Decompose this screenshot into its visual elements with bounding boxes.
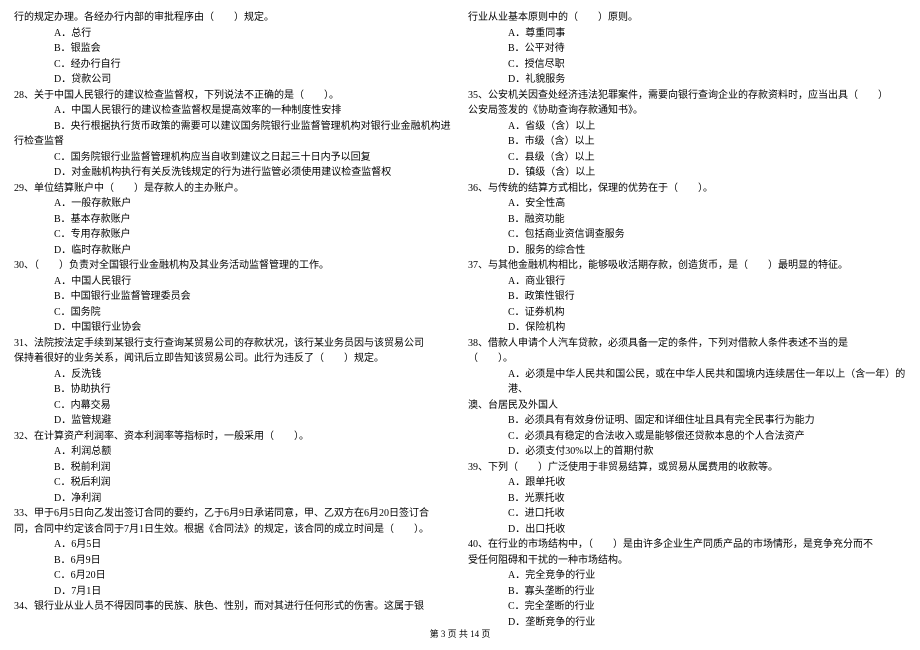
q29-opt-a: A．一般存款账户 <box>14 196 452 212</box>
q36-opt-a: A．安全性高 <box>468 196 906 212</box>
q31-opt-a: A．反洗钱 <box>14 367 452 383</box>
q33-opt-b: B．6月9日 <box>14 553 452 569</box>
q38-opt-a-l1: A．必须是中华人民共和国公民，或在中华人民共和国境内连续居住一年以上（含一年）的… <box>468 367 906 398</box>
q36-opt-b: B．融资功能 <box>468 212 906 228</box>
q36-opt-c: C．包括商业资信调查服务 <box>468 227 906 243</box>
q30-stem: 30、（ ）负责对全国银行业金融机构及其业务活动监督管理的工作。 <box>14 258 452 274</box>
q37-opt-b: B．政策性银行 <box>468 289 906 305</box>
q32-opt-a: A．利润总额 <box>14 444 452 460</box>
q28-opt-b-cont: 行检查监督 <box>14 134 452 150</box>
page-footer: 第 3 页 共 14 页 <box>0 628 920 642</box>
q32-stem: 32、在计算资产利润率、资本利润率等指标时，一般采用（ ）。 <box>14 429 452 445</box>
q32-opt-c: C．税后利润 <box>14 475 452 491</box>
q35-stem-l2: 公安局签发的《协助查询存款通知书》。 <box>468 103 906 119</box>
q30-opt-c: C．国务院 <box>14 305 452 321</box>
q40-stem-l1: 40、在行业的市场结构中，（ ）是由许多企业生产同质产品的市场情形，是竞争充分而… <box>468 537 906 553</box>
q33-opt-c: C．6月20日 <box>14 568 452 584</box>
q28-opt-d: D．对金融机构执行有关反洗钱规定的行为进行监管必须使用建议检查监督权 <box>14 165 452 181</box>
q28-opt-a: A．中国人民银行的建议检查监督权是提高效率的一种制度性安排 <box>14 103 452 119</box>
q32-opt-b: B．税前利润 <box>14 460 452 476</box>
q38-stem-l2: （ ）。 <box>468 351 906 367</box>
q28-stem: 28、关于中国人民银行的建议检查监督权，下列说法不正确的是（ ）。 <box>14 88 452 104</box>
q30-opt-d: D．中国银行业协会 <box>14 320 452 336</box>
q38-opt-d: D．必须支付30%以上的首期付款 <box>468 444 906 460</box>
q34-stem: 34、银行业从业人员不得因同事的民族、肤色、性别，而对其进行任何形式的伤害。这属… <box>14 599 452 615</box>
q39-stem: 39、下列（ ）广泛使用于非贸易结算，或贸易从属费用的收款等。 <box>468 460 906 476</box>
q31-stem-l1: 31、法院按法定手续到某银行支行查询某贸易公司的存款状况，该行某业务员因与该贸易… <box>14 336 452 352</box>
q29-stem: 29、单位结算账户中（ ）是存款人的主办账户。 <box>14 181 452 197</box>
q34-opt-d: D．礼貌服务 <box>468 72 906 88</box>
q27-opt-d: D．贷款公司 <box>14 72 452 88</box>
q33-opt-d: D．7月1日 <box>14 584 452 600</box>
q38-opt-c: C．必须具有稳定的合法收入或是能够偿还贷款本息的个人合法资产 <box>468 429 906 445</box>
q31-opt-b: B．协助执行 <box>14 382 452 398</box>
q33-stem-l1: 33、甲于6月5日向乙发出签订合同的要约，乙于6月9日承诺同意，甲、乙双方在6月… <box>14 506 452 522</box>
q30-opt-a: A．中国人民银行 <box>14 274 452 290</box>
q34-cont: 行业从业基本原则中的（ ）原则。 <box>468 10 906 26</box>
q39-opt-c: C．进口托收 <box>468 506 906 522</box>
q39-opt-a: A．跟单托收 <box>468 475 906 491</box>
q37-stem: 37、与其他金融机构相比，能够吸收活期存款，创造货币，是（ ）最明显的特征。 <box>468 258 906 274</box>
q36-opt-d: D．服务的综合性 <box>468 243 906 259</box>
q34-opt-a: A．尊重同事 <box>468 26 906 42</box>
q27-opt-c: C．经办行自行 <box>14 57 452 73</box>
q38-opt-a-l2: 澳、台居民及外国人 <box>468 398 906 414</box>
q39-opt-b: B．光票托收 <box>468 491 906 507</box>
q39-opt-d: D．出口托收 <box>468 522 906 538</box>
q32-opt-d: D．净利润 <box>14 491 452 507</box>
q31-stem-l2: 保持着很好的业务关系，闻讯后立即告知该贸易公司。此行为违反了（ ）规定。 <box>14 351 452 367</box>
q37-opt-c: C．证券机构 <box>468 305 906 321</box>
q35-stem-l1: 35、公安机关因查处经济违法犯罪案件，需要向银行查询企业的存款资料时，应当出具（… <box>468 88 906 104</box>
q40-opt-a: A．完全竞争的行业 <box>468 568 906 584</box>
q37-opt-a: A．商业银行 <box>468 274 906 290</box>
right-column: 行业从业基本原则中的（ ）原则。 A．尊重同事 B．公平对待 C．授信尽职 D．… <box>468 10 906 630</box>
q31-opt-c: C．内幕交易 <box>14 398 452 414</box>
q40-stem-l2: 受任何阻碍和干扰的一种市场结构。 <box>468 553 906 569</box>
q29-opt-b: B．基本存款账户 <box>14 212 452 228</box>
q27-opt-a: A．总行 <box>14 26 452 42</box>
q27-cont: 行的规定办理。各经办行内部的审批程序由（ ）规定。 <box>14 10 452 26</box>
q27-opt-b: B．银监会 <box>14 41 452 57</box>
exam-page: 行的规定办理。各经办行内部的审批程序由（ ）规定。 A．总行 B．银监会 C．经… <box>0 0 920 630</box>
q31-opt-d: D．监管规避 <box>14 413 452 429</box>
left-column: 行的规定办理。各经办行内部的审批程序由（ ）规定。 A．总行 B．银监会 C．经… <box>14 10 452 630</box>
q28-opt-c: C．国务院银行业监督管理机构应当自收到建议之日起三十日内予以回复 <box>14 150 452 166</box>
q29-opt-d: D．临时存款账户 <box>14 243 452 259</box>
q40-opt-c: C．完全垄断的行业 <box>468 599 906 615</box>
q38-stem-l1: 38、借款人申请个人汽车贷款，必须具备一定的条件，下列对借款人条件表述不当的是 <box>468 336 906 352</box>
q33-stem-l2: 同，合同中约定该合同于7月1日生效。根据《合同法》的规定，该合同的成立时间是（ … <box>14 522 452 538</box>
q30-opt-b: B．中国银行业监督管理委员会 <box>14 289 452 305</box>
q33-opt-a: A．6月5日 <box>14 537 452 553</box>
q34-opt-b: B．公平对待 <box>468 41 906 57</box>
q37-opt-d: D．保险机构 <box>468 320 906 336</box>
q38-opt-b: B．必须具有有效身份证明、固定和详细住址且具有完全民事行为能力 <box>468 413 906 429</box>
q36-stem: 36、与传统的结算方式相比，保理的优势在于（ ）。 <box>468 181 906 197</box>
q35-opt-d: D．镇级（含）以上 <box>468 165 906 181</box>
q35-opt-c: C．县级（含）以上 <box>468 150 906 166</box>
q29-opt-c: C．专用存款账户 <box>14 227 452 243</box>
q35-opt-a: A．省级（含）以上 <box>468 119 906 135</box>
q34-opt-c: C．授信尽职 <box>468 57 906 73</box>
q40-opt-b: B．寡头垄断的行业 <box>468 584 906 600</box>
q28-opt-b: B．央行根据执行货币政策的需要可以建议国务院银行业监督管理机构对银行业金融机构进 <box>14 119 452 135</box>
q35-opt-b: B．市级（含）以上 <box>468 134 906 150</box>
